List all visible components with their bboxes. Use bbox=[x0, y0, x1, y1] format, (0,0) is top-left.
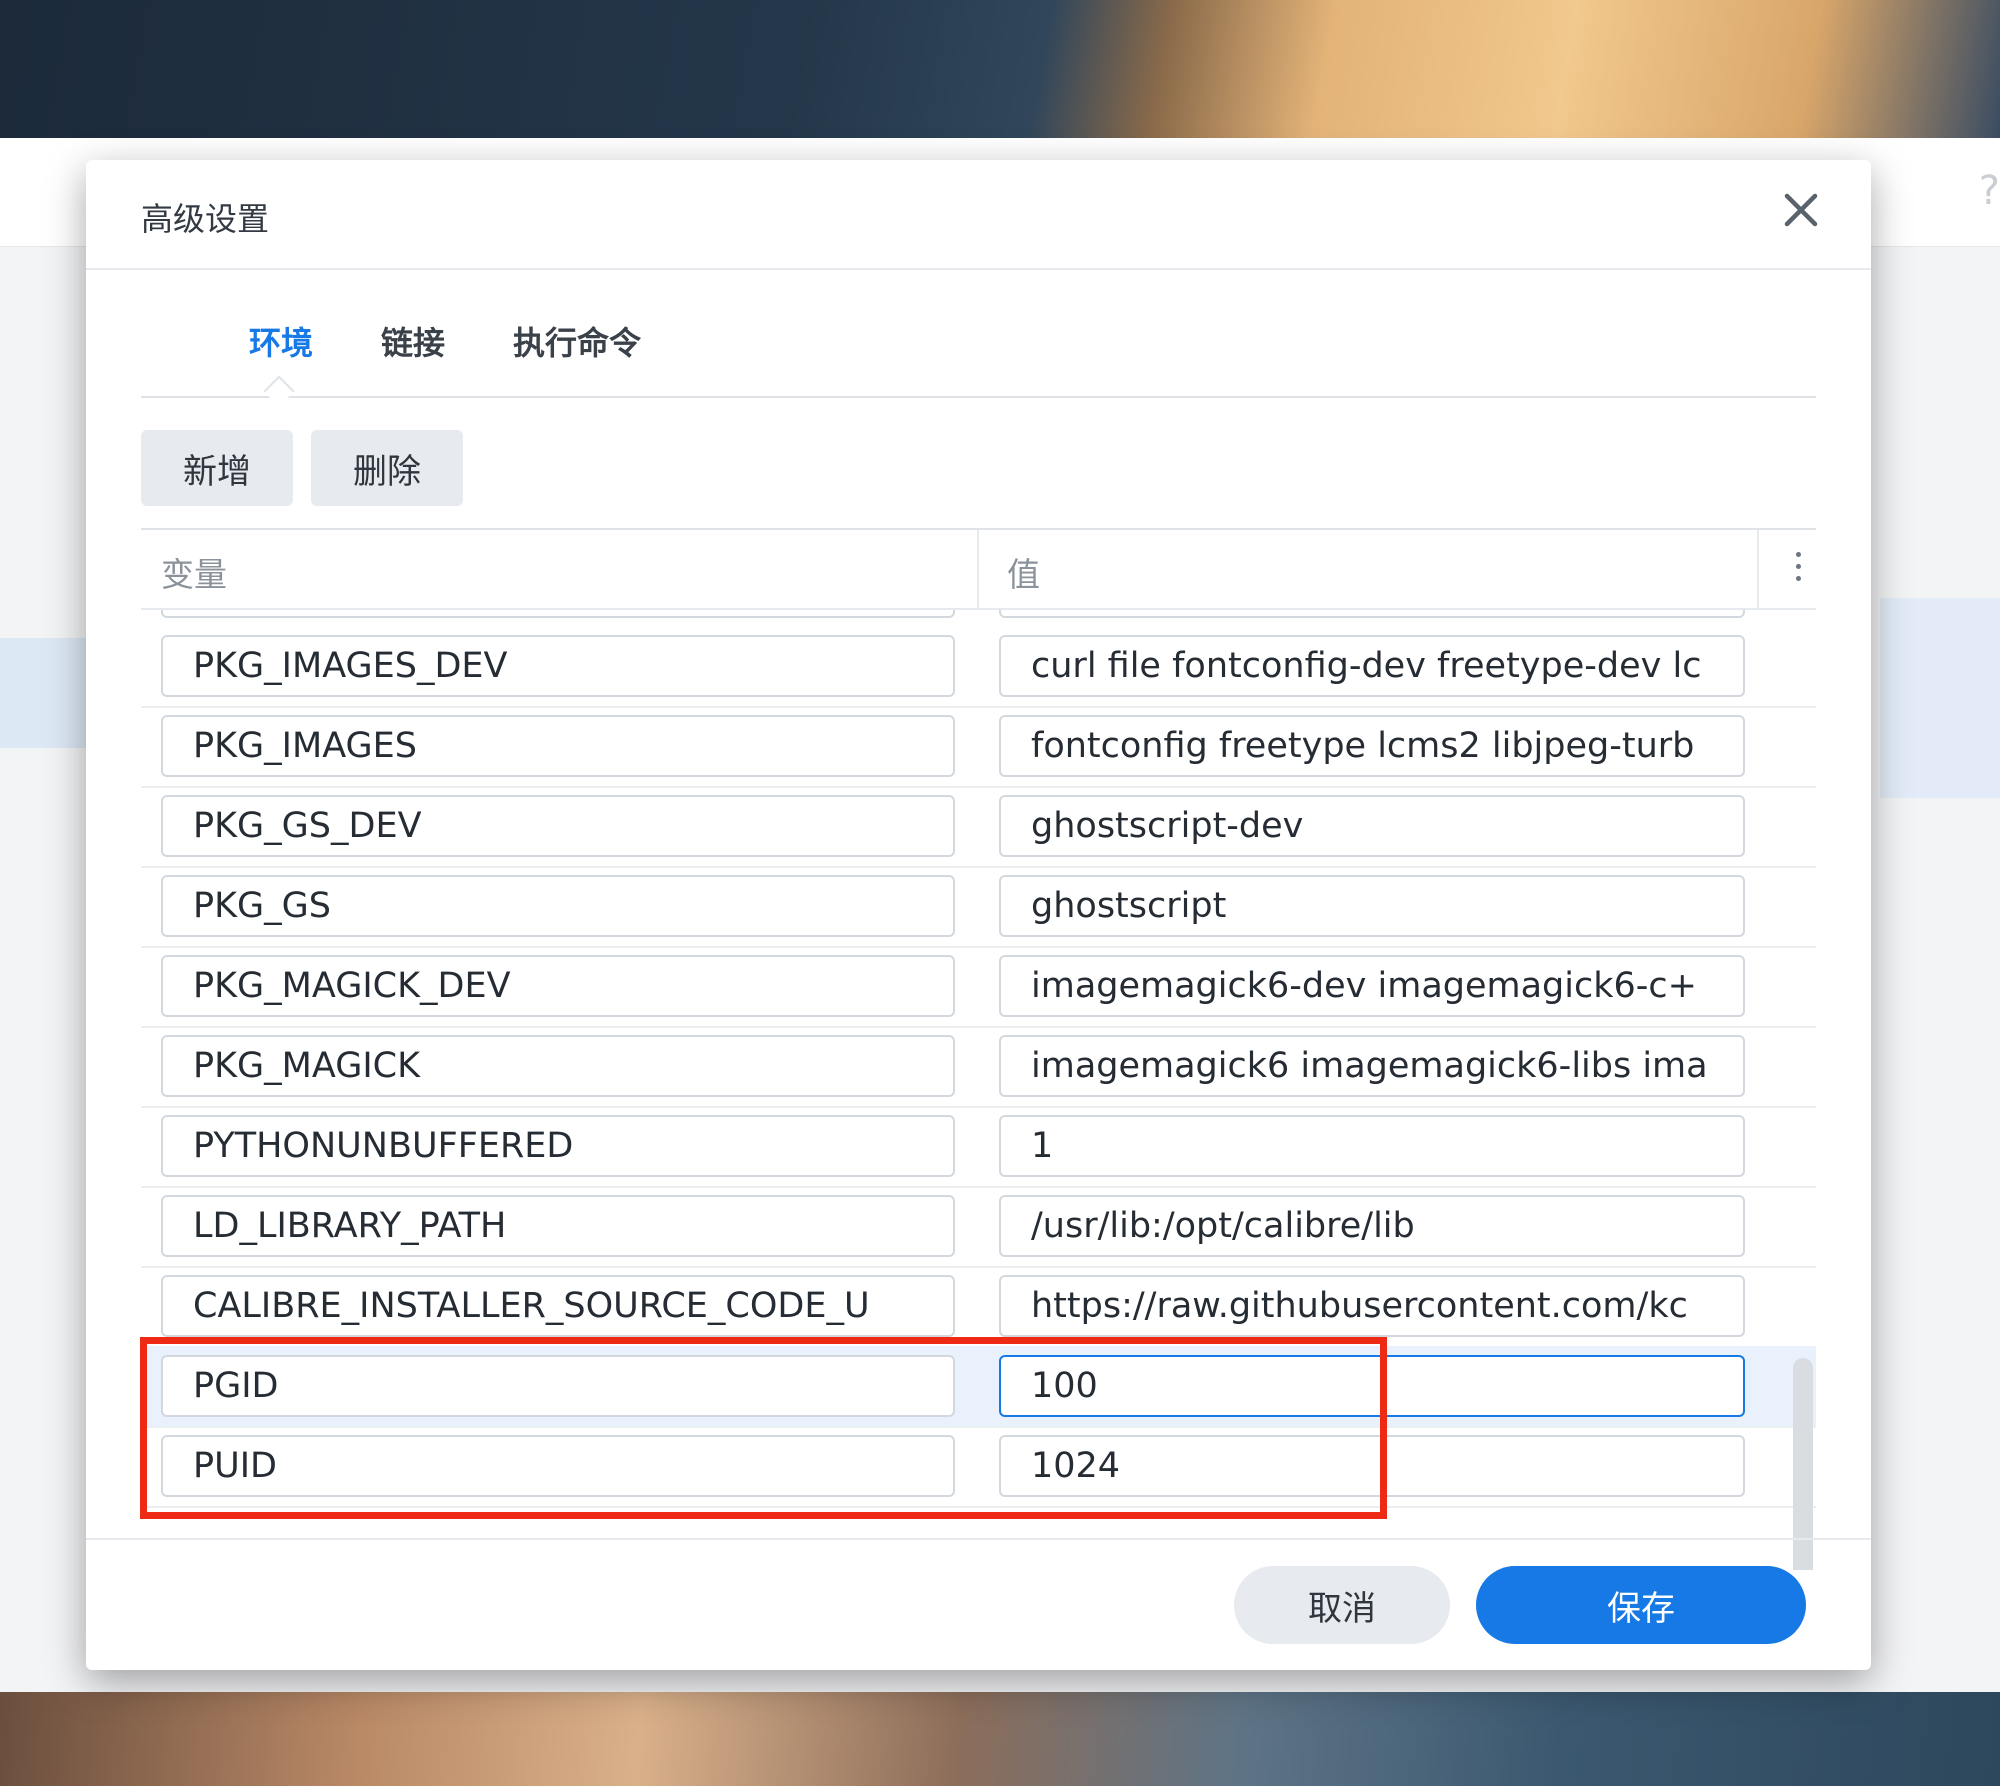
variable-input[interactable]: PGID bbox=[161, 1355, 955, 1417]
variable-input[interactable] bbox=[161, 610, 955, 618]
table-row: LD_LIBRARY_PATH /usr/lib:/opt/calibre/li… bbox=[141, 1186, 1816, 1268]
table-row-partial bbox=[141, 610, 1816, 626]
value-input[interactable]: ghostscript-dev bbox=[999, 795, 1745, 857]
tab-links[interactable]: 链接 bbox=[381, 318, 445, 364]
table-row: PUID 1024 bbox=[141, 1426, 1816, 1508]
environment-variables-grid: 变量 值 PKG_IMAGES_DEV curl file fontconfig… bbox=[141, 528, 1816, 1570]
more-options-icon[interactable] bbox=[1794, 552, 1802, 586]
variable-input[interactable]: PYTHONUNBUFFERED bbox=[161, 1115, 955, 1177]
tab-bar: 环境 链接 执行命令 bbox=[141, 318, 1816, 407]
save-button[interactable]: 保存 bbox=[1476, 1566, 1806, 1644]
value-input[interactable]: imagemagick6-dev imagemagick6-c+ bbox=[999, 955, 1745, 1017]
desktop-wallpaper-bottom bbox=[0, 1692, 2000, 1786]
value-input[interactable] bbox=[999, 610, 1745, 618]
value-input[interactable]: /usr/lib:/opt/calibre/lib bbox=[999, 1195, 1745, 1257]
delete-button[interactable]: 删除 bbox=[311, 430, 463, 506]
table-row: PKG_IMAGES fontconfig freetype lcms2 lib… bbox=[141, 706, 1816, 788]
value-input-focused[interactable]: 100 bbox=[999, 1355, 1745, 1417]
cancel-button[interactable]: 取消 bbox=[1234, 1566, 1450, 1644]
table-row: PYTHONUNBUFFERED 1 bbox=[141, 1106, 1816, 1188]
variable-input[interactable]: PKG_IMAGES bbox=[161, 715, 955, 777]
column-header-variable[interactable]: 变量 bbox=[161, 548, 227, 596]
close-icon[interactable] bbox=[1779, 188, 1823, 232]
variable-input[interactable]: PKG_GS bbox=[161, 875, 955, 937]
background-selected-item bbox=[0, 638, 90, 748]
grid-header: 变量 值 bbox=[141, 530, 1816, 610]
variable-input[interactable]: PKG_IMAGES_DEV bbox=[161, 635, 955, 697]
variable-input[interactable]: CALIBRE_INSTALLER_SOURCE_CODE_U bbox=[161, 1275, 955, 1337]
value-input[interactable]: 1024 bbox=[999, 1435, 1745, 1497]
value-input[interactable]: fontconfig freetype lcms2 libjpeg-turb bbox=[999, 715, 1745, 777]
add-button[interactable]: 新增 bbox=[141, 430, 293, 506]
desktop-wallpaper-top bbox=[0, 0, 2000, 138]
table-row: PKG_GS ghostscript bbox=[141, 866, 1816, 948]
table-row: PKG_GS_DEV ghostscript-dev bbox=[141, 786, 1816, 868]
column-separator[interactable] bbox=[977, 530, 979, 608]
dialog-header: 高级设置 bbox=[86, 160, 1871, 270]
variable-input[interactable]: LD_LIBRARY_PATH bbox=[161, 1195, 955, 1257]
table-row: PKG_MAGICK imagemagick6 imagemagick6-lib… bbox=[141, 1026, 1816, 1108]
help-icon[interactable]: ? bbox=[1979, 168, 2000, 214]
active-tab-indicator bbox=[263, 375, 295, 407]
dialog-title: 高级设置 bbox=[141, 200, 270, 238]
column-separator[interactable] bbox=[1757, 530, 1759, 608]
tab-environment[interactable]: 环境 bbox=[249, 318, 313, 364]
table-row: PKG_MAGICK_DEV imagemagick6-dev imagemag… bbox=[141, 946, 1816, 1028]
value-input[interactable]: ghostscript bbox=[999, 875, 1745, 937]
variable-input[interactable]: PKG_MAGICK bbox=[161, 1035, 955, 1097]
variable-input[interactable]: PKG_GS_DEV bbox=[161, 795, 955, 857]
value-input[interactable]: curl file fontconfig-dev freetype-dev lc bbox=[999, 635, 1745, 697]
background-selected-item-right bbox=[1880, 598, 2000, 798]
value-input[interactable]: imagemagick6 imagemagick6-libs ima bbox=[999, 1035, 1745, 1097]
table-row-selected: PGID 100 bbox=[141, 1346, 1816, 1428]
tab-execute-command[interactable]: 执行命令 bbox=[513, 318, 641, 364]
variable-input[interactable]: PUID bbox=[161, 1435, 955, 1497]
table-row: PKG_IMAGES_DEV curl file fontconfig-dev … bbox=[141, 626, 1816, 708]
value-input[interactable]: 1 bbox=[999, 1115, 1745, 1177]
table-row: CALIBRE_INSTALLER_SOURCE_CODE_U https://… bbox=[141, 1266, 1816, 1348]
advanced-settings-dialog: 高级设置 环境 链接 执行命令 新增 删除 变量 值 PKG_IMAGES_DE… bbox=[86, 160, 1871, 1670]
column-header-value[interactable]: 值 bbox=[1007, 548, 1040, 596]
value-input[interactable]: https://raw.githubusercontent.com/kc bbox=[999, 1275, 1745, 1337]
variable-input[interactable]: PKG_MAGICK_DEV bbox=[161, 955, 955, 1017]
